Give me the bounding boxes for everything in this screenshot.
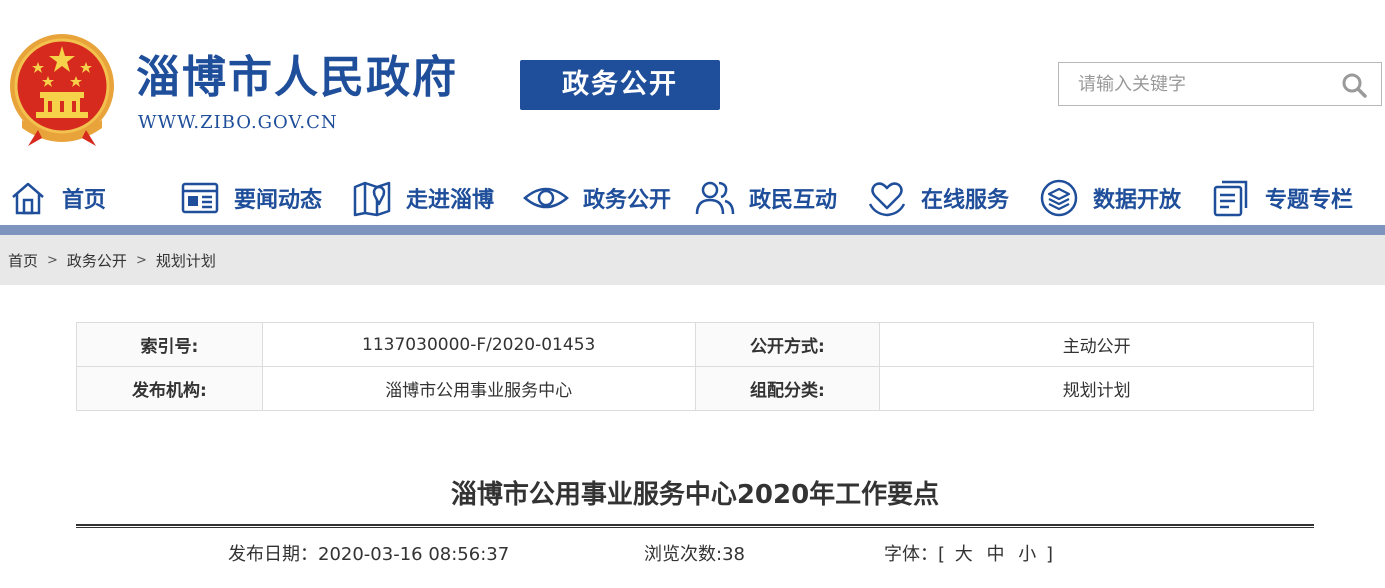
nav-item-gov-affairs[interactable]: 政务公开 bbox=[523, 170, 671, 226]
newspaper-icon bbox=[181, 182, 219, 214]
table-row: 发布机构: 淄博市公用事业服务中心 组配分类: 规划计划 bbox=[76, 366, 1314, 411]
nav-item-interaction[interactable]: 政民互动 bbox=[695, 170, 837, 226]
font-size-large-button[interactable]: 大 bbox=[955, 544, 973, 565]
breadcrumb-planning[interactable]: 规划计划 bbox=[156, 250, 216, 271]
search-icon[interactable] bbox=[1341, 72, 1367, 98]
breadcrumb-home[interactable]: 首页 bbox=[8, 250, 38, 271]
meta-value-index-number: 1137030000-F/2020-01453 bbox=[261, 322, 696, 367]
national-emblem-icon bbox=[10, 34, 114, 146]
meta-key-disclosure-mode: 公开方式: bbox=[694, 322, 881, 367]
site-header: 淄博市人民政府 WWW.ZIBO.GOV.CN 政务公开 bbox=[0, 0, 1385, 160]
site-url: WWW.ZIBO.GOV.CN bbox=[138, 112, 338, 133]
nav-label: 数据开放 bbox=[1093, 188, 1182, 213]
nav-label: 首页 bbox=[62, 188, 107, 213]
search-input[interactable] bbox=[1060, 64, 1322, 104]
breadcrumb-separator: > bbox=[47, 252, 58, 268]
document-meta-table: 索引号: 1137030000-F/2020-01453 公开方式: 主动公开 … bbox=[76, 322, 1314, 411]
title-divider bbox=[76, 524, 1314, 528]
nav-divider-bar bbox=[0, 225, 1385, 235]
document-stack-icon bbox=[1213, 180, 1248, 217]
section-badge[interactable]: 政务公开 bbox=[520, 60, 720, 110]
nav-label: 政民互动 bbox=[749, 188, 838, 213]
font-size-label: 字体：[ bbox=[884, 544, 946, 565]
nav-label: 在线服务 bbox=[921, 188, 1010, 213]
meta-value-publisher: 淄博市公用事业服务中心 bbox=[261, 366, 696, 411]
map-pin-icon bbox=[353, 181, 391, 217]
nav-item-news[interactable]: 要闻动态 bbox=[180, 170, 322, 226]
eye-icon bbox=[523, 187, 569, 209]
nav-label: 政务公开 bbox=[583, 188, 672, 213]
people-icon bbox=[695, 181, 735, 215]
layers-icon bbox=[1040, 179, 1078, 217]
meta-value-disclosure-mode: 主动公开 bbox=[879, 322, 1314, 367]
breadcrumb: 首页 > 政务公开 > 规划计划 bbox=[0, 235, 1385, 285]
nav-item-about-zibo[interactable]: 走进淄博 bbox=[352, 170, 494, 226]
site-title: 淄博市人民政府 bbox=[136, 52, 458, 103]
font-size-bracket: ] bbox=[1045, 544, 1053, 565]
nav-item-open-data[interactable]: 数据开放 bbox=[1039, 170, 1181, 226]
nav-item-home[interactable]: 首页 bbox=[8, 170, 106, 226]
meta-key-index-number: 索引号: bbox=[76, 322, 263, 367]
font-size-control: 字体：[ 大 中 小 ] bbox=[884, 540, 1053, 566]
publish-date: 发布日期：2020-03-16 08:56:37 bbox=[228, 544, 510, 565]
meta-key-category: 组配分类: bbox=[694, 366, 881, 411]
nav-label: 要闻动态 bbox=[234, 188, 323, 213]
article-title: 淄博市公用事业服务中心2020年工作要点 bbox=[450, 480, 940, 510]
home-icon bbox=[12, 182, 44, 215]
font-size-medium-button[interactable]: 中 bbox=[987, 544, 1005, 565]
nav-label: 走进淄博 bbox=[406, 188, 495, 213]
meta-key-publisher: 发布机构: bbox=[76, 366, 263, 411]
search-box bbox=[1058, 62, 1382, 106]
font-size-small-button[interactable]: 小 bbox=[1018, 544, 1036, 565]
nav-item-online-service[interactable]: 在线服务 bbox=[867, 170, 1009, 226]
article-info-row: 发布日期：2020-03-16 08:56:37 浏览次数:38 字体：[ 大 … bbox=[0, 540, 1385, 568]
view-count: 浏览次数:38 bbox=[644, 544, 745, 565]
nav-label: 专题专栏 bbox=[1265, 188, 1354, 213]
table-row: 索引号: 1137030000-F/2020-01453 公开方式: 主动公开 bbox=[76, 322, 1314, 367]
heart-hands-icon bbox=[868, 182, 906, 217]
meta-value-category: 规划计划 bbox=[879, 366, 1314, 411]
main-nav: 首页 要闻动态 走进淄博 政务公开 政民互动 在线服务 数据开放 专题专栏 bbox=[0, 170, 1385, 226]
nav-item-special-topics[interactable]: 专题专栏 bbox=[1211, 170, 1353, 226]
breadcrumb-gov-affairs[interactable]: 政务公开 bbox=[67, 250, 127, 271]
breadcrumb-separator: > bbox=[135, 252, 147, 268]
